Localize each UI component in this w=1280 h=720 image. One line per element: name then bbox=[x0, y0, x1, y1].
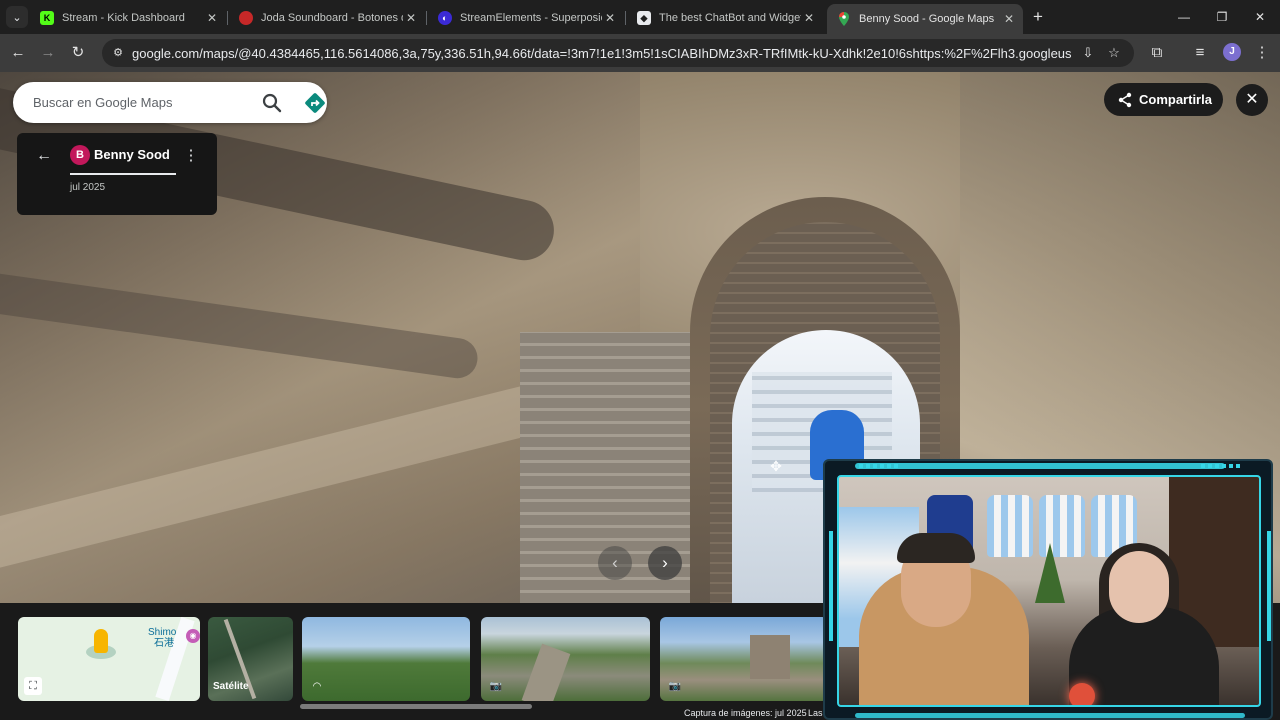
capture-date-footer: Captura de imágenes: jul 2025 bbox=[684, 708, 807, 718]
webcam-frame-top-bar bbox=[855, 463, 1225, 469]
site-info-tune-icon[interactable]: ⚙ bbox=[110, 45, 126, 61]
profile-avatar[interactable]: J bbox=[1223, 43, 1241, 61]
google-maps-icon bbox=[837, 12, 851, 26]
webcam-frame-dots bbox=[1201, 464, 1241, 468]
close-icon[interactable]: ✕ bbox=[1001, 12, 1017, 26]
tab-chatbot-widgets[interactable]: ◆ The best ChatBot and Widgets ✕ bbox=[627, 4, 823, 32]
close-icon[interactable]: ✕ bbox=[204, 11, 220, 25]
search-icon[interactable] bbox=[260, 91, 284, 115]
forward-arrow-icon[interactable]: → bbox=[36, 41, 60, 65]
soundboard-icon bbox=[239, 11, 253, 25]
camera-icon: 📷 bbox=[489, 681, 503, 692]
expand-map-icon[interactable]: ⛶ bbox=[24, 677, 42, 695]
menu-kebab-icon[interactable]: ⋮ bbox=[1250, 41, 1274, 65]
camera-icon: 📷 bbox=[668, 681, 682, 692]
tab-label: StreamElements - Superposicio bbox=[460, 12, 602, 24]
tab-google-maps[interactable]: Benny Sood - Google Maps ✕ bbox=[827, 4, 1023, 34]
directions-icon[interactable] bbox=[303, 91, 327, 115]
photo-thumbnail[interactable]: 📷 bbox=[660, 617, 828, 701]
more-options-kebab-icon[interactable]: ⋮ bbox=[181, 145, 201, 167]
minimap-thumbnail[interactable]: Shimo 石港 ◉ ⛶ bbox=[18, 617, 200, 701]
tab-label: Stream - Kick Dashboard bbox=[62, 12, 185, 24]
tab-search-chevron-icon[interactable]: ⌄ bbox=[6, 6, 28, 28]
minimize-icon[interactable]: — bbox=[1164, 6, 1204, 28]
minimap-place-label: Shimo 石港 bbox=[148, 627, 177, 649]
tab-separator bbox=[426, 11, 427, 25]
streamlabs-icon: ◆ bbox=[637, 11, 651, 25]
reload-icon[interactable]: ↻ bbox=[66, 41, 90, 65]
tab-streamelements[interactable]: ◐ StreamElements - Superposicio ✕ bbox=[428, 4, 624, 32]
webcam-frame-side-bar bbox=[829, 531, 833, 641]
kick-icon: K bbox=[40, 11, 54, 25]
address-bar[interactable]: ⚙ google.com/maps/@40.4384465,116.561408… bbox=[102, 39, 1134, 67]
tab-separator bbox=[625, 11, 626, 25]
close-street-view-icon[interactable]: ✕ bbox=[1236, 84, 1268, 116]
street-view-cursor-icon: ✥ bbox=[770, 458, 782, 474]
watchtower bbox=[750, 635, 790, 679]
close-icon[interactable]: ✕ bbox=[403, 11, 419, 25]
media-controls-icon[interactable]: ≡ bbox=[1188, 41, 1212, 65]
previous-photo-chevron-icon[interactable]: ‹ bbox=[598, 546, 632, 580]
back-arrow-icon[interactable]: ← bbox=[6, 41, 30, 65]
new-tab-plus-icon[interactable]: + bbox=[1028, 7, 1048, 27]
close-icon[interactable]: ✕ bbox=[602, 11, 618, 25]
capture-date: jul 2025 bbox=[70, 182, 106, 193]
maximize-icon[interactable]: ❐ bbox=[1202, 6, 1242, 28]
great-wall-path bbox=[521, 643, 571, 701]
tab-joda-soundboard[interactable]: Joda Soundboard - Botones de ✕ bbox=[229, 4, 425, 32]
bookmark-star-icon[interactable]: ☆ bbox=[1106, 45, 1122, 61]
tab-label: Benny Sood - Google Maps bbox=[859, 13, 995, 25]
install-app-icon[interactable]: ⇩ bbox=[1080, 45, 1096, 61]
window-close-icon[interactable]: ✕ bbox=[1240, 6, 1280, 28]
poi-marker-icon: ◉ bbox=[186, 629, 200, 643]
webcam-frame-dots bbox=[859, 464, 899, 468]
close-icon[interactable]: ✕ bbox=[801, 11, 817, 25]
share-button[interactable]: Compartirla bbox=[1104, 83, 1223, 116]
browser-tab-strip: ⌄ K Stream - Kick Dashboard ✕ Joda Sound… bbox=[0, 0, 1280, 34]
360-view-icon: ◠ bbox=[312, 681, 322, 692]
webcam-frame-side-bar bbox=[1267, 531, 1271, 641]
url-text[interactable]: google.com/maps/@40.4384465,116.5614086,… bbox=[132, 46, 1072, 61]
browser-toolbar: ← → ↻ ⚙ google.com/maps/@40.4384465,116.… bbox=[0, 34, 1280, 72]
webcam-overlay bbox=[823, 459, 1273, 720]
satellite-thumbnail[interactable]: Satélite bbox=[208, 617, 293, 701]
share-label: Compartirla bbox=[1139, 92, 1212, 107]
maps-search-box bbox=[13, 82, 327, 123]
contributor-name-underline bbox=[70, 173, 176, 175]
contributor-info-panel: ← B Benny Sood jul 2025 ⋮ bbox=[17, 133, 217, 215]
tab-kick-dashboard[interactable]: K Stream - Kick Dashboard ✕ bbox=[30, 4, 226, 32]
pegman-icon bbox=[94, 629, 108, 653]
tab-label: The best ChatBot and Widgets bbox=[659, 12, 801, 24]
tab-label: Joda Soundboard - Botones de bbox=[261, 12, 403, 24]
extensions-puzzle-icon[interactable]: ⧉ bbox=[1145, 41, 1169, 65]
webcam-frame-bottom-bar bbox=[855, 713, 1245, 718]
photo-thumbnail[interactable]: ◠ bbox=[302, 617, 470, 701]
filmstrip-scrollbar[interactable] bbox=[300, 704, 532, 709]
contributor-avatar[interactable]: B bbox=[70, 145, 90, 165]
share-icon bbox=[1117, 92, 1133, 108]
satellite-label: Satélite bbox=[213, 681, 249, 692]
photo-thumbnail[interactable]: 📷 bbox=[481, 617, 650, 701]
contributor-name[interactable]: Benny Sood bbox=[94, 147, 170, 162]
webcam-frame-border bbox=[837, 475, 1261, 707]
next-photo-chevron-icon[interactable]: › bbox=[648, 546, 682, 580]
tab-separator bbox=[227, 11, 228, 25]
back-arrow-icon[interactable]: ← bbox=[33, 145, 55, 167]
search-input[interactable] bbox=[33, 92, 233, 112]
streamelements-icon: ◐ bbox=[438, 11, 452, 25]
